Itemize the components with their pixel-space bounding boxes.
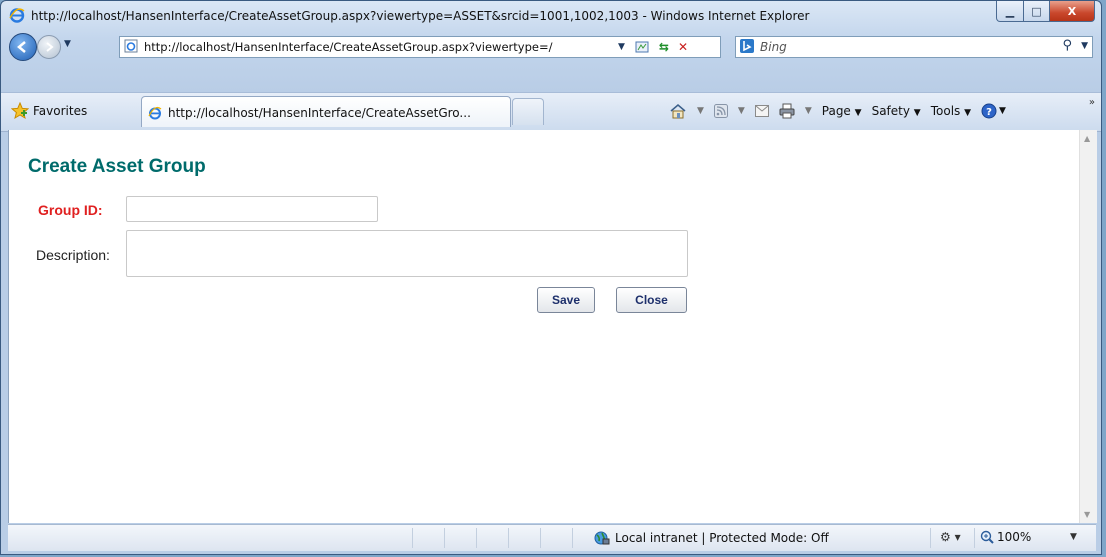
search-box[interactable]: Bing ⚲ ▼	[735, 36, 1093, 58]
bing-logo-icon	[740, 39, 754, 53]
minimize-button[interactable]: ▁	[996, 1, 1024, 22]
status-divider	[974, 528, 975, 548]
ie-page-icon	[148, 106, 162, 120]
zoom-icon	[980, 530, 994, 544]
print-dropdown-icon[interactable]: ▼	[805, 106, 812, 116]
scroll-up-icon[interactable]: ▲	[1084, 134, 1090, 143]
home-icon[interactable]	[669, 103, 687, 119]
feeds-dropdown-icon[interactable]: ▼	[738, 106, 745, 116]
title-bar: http://localhost/HansenInterface/CreateA…	[1, 1, 1101, 31]
description-input[interactable]	[126, 230, 688, 277]
search-icon[interactable]: ⚲	[1062, 38, 1072, 53]
maximize-button[interactable]: □	[1024, 1, 1050, 22]
group-id-label: Group ID:	[38, 202, 103, 218]
close-window-button[interactable]: X	[1050, 1, 1095, 22]
close-button[interactable]: Close	[616, 287, 687, 313]
maximize-icon: □	[1031, 4, 1042, 18]
page-title: Create Asset Group	[28, 156, 206, 177]
home-dropdown-icon[interactable]: ▼	[697, 106, 704, 116]
back-button[interactable]	[9, 33, 37, 61]
status-divider	[476, 528, 477, 548]
group-id-input[interactable]	[126, 196, 378, 222]
print-icon[interactable]	[779, 103, 795, 119]
status-divider	[572, 528, 573, 548]
status-divider	[508, 528, 509, 548]
security-zone[interactable]: Local intranet | Protected Mode: Off	[594, 530, 829, 546]
zoom-dropdown-icon[interactable]: ▼	[1070, 532, 1077, 542]
status-divider	[444, 528, 445, 548]
tab-title: http://localhost/HansenInterface/CreateA…	[168, 106, 471, 120]
status-divider	[930, 528, 931, 548]
intranet-globe-icon	[594, 531, 610, 545]
favorites-bar: Favorites http://localhost/HansenInterfa…	[1, 92, 1101, 132]
navigation-bar: ▼ http://localhost/HansenInterface/Creat…	[1, 31, 1101, 61]
help-menu[interactable]: ? ▼	[981, 103, 1006, 119]
safety-menu[interactable]: Safety ▼	[872, 104, 921, 118]
status-bar: Local intranet | Protected Mode: Off ⚙ ▾…	[8, 524, 1096, 551]
vertical-scrollbar[interactable]: ▲ ▼	[1079, 130, 1097, 523]
back-arrow-icon	[17, 41, 26, 53]
page-menu[interactable]: Page ▼	[822, 104, 862, 118]
browser-tab[interactable]: http://localhost/HansenInterface/CreateA…	[141, 96, 511, 127]
protected-mode-icon[interactable]: ⚙ ▾	[940, 530, 961, 544]
refresh-icon[interactable]: ⇆	[659, 40, 669, 54]
stop-icon[interactable]: ✕	[678, 40, 688, 54]
save-button[interactable]: Save	[537, 287, 595, 313]
favorites-button[interactable]: Favorites	[11, 102, 87, 120]
minimize-icon: ▁	[1005, 4, 1015, 18]
search-dropdown-icon[interactable]: ▼	[1081, 41, 1088, 51]
address-bar[interactable]: http://localhost/HansenInterface/CreateA…	[119, 36, 721, 58]
status-divider	[412, 528, 413, 548]
page-content	[8, 130, 1080, 523]
search-input[interactable]: Bing	[760, 40, 787, 54]
description-label: Description:	[36, 247, 110, 263]
help-icon: ?	[981, 103, 997, 119]
command-bar: ▼ ▼ ▼ Page ▼ Safety ▼ Tools ▼ ? ▼	[669, 103, 1006, 119]
status-divider	[540, 528, 541, 548]
forward-button[interactable]	[37, 35, 61, 59]
address-input[interactable]: http://localhost/HansenInterface/CreateA…	[144, 40, 614, 54]
scroll-down-icon[interactable]: ▼	[1084, 510, 1090, 519]
address-dropdown-icon[interactable]: ▼	[618, 42, 625, 52]
history-dropdown-icon[interactable]: ▼	[64, 39, 71, 49]
zoom-level: 100%	[997, 530, 1032, 544]
page-icon	[124, 39, 138, 53]
tools-menu[interactable]: Tools ▼	[931, 104, 971, 118]
forward-arrow-icon	[46, 42, 54, 52]
new-tab-button[interactable]	[512, 98, 544, 125]
svg-text:?: ?	[986, 107, 992, 118]
security-zone-label: Local intranet | Protected Mode: Off	[615, 531, 829, 545]
star-icon	[11, 102, 29, 120]
window-title: http://localhost/HansenInterface/CreateA…	[31, 9, 810, 23]
ie-logo-icon	[9, 8, 25, 23]
compatibility-view-icon[interactable]	[634, 39, 650, 55]
feeds-icon[interactable]	[713, 104, 728, 118]
mail-icon[interactable]	[754, 105, 769, 117]
zoom-control[interactable]: 100%	[980, 530, 1031, 544]
close-icon: X	[1067, 4, 1077, 18]
favorites-label: Favorites	[33, 104, 88, 118]
more-commands-icon[interactable]: »	[1089, 97, 1095, 108]
